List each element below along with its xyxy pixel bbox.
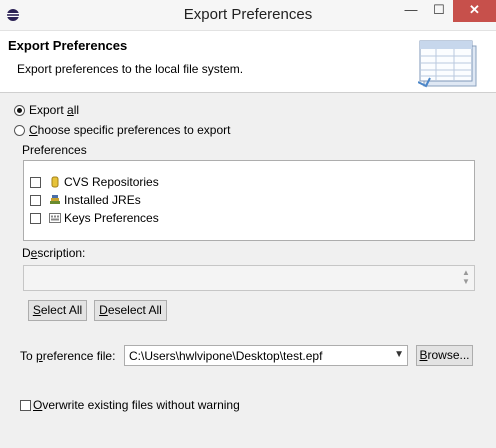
preferences-list[interactable]: CVS Repositories Installed JREs Keys Pre…: [23, 160, 475, 241]
jre-library-icon: [50, 195, 60, 204]
browse-button[interactable]: Browse...: [416, 345, 473, 366]
overwrite-checkbox[interactable]: [20, 399, 31, 411]
overwrite-option[interactable]: Overwrite existing files without warning: [20, 398, 240, 412]
deselect-all-button[interactable]: Deselect All: [94, 300, 167, 321]
list-item-label: Installed JREs: [64, 193, 141, 207]
keys-preferences-icon: [49, 213, 61, 223]
banner-subtitle: Export preferences to the local file sys…: [17, 62, 244, 76]
cvs-repositories-checkbox[interactable]: [30, 176, 41, 188]
description-scroll-arrows: ▲ ▼: [462, 268, 470, 286]
preference-file-value: C:\Users\hwlvipone\Desktop\test.epf: [129, 349, 323, 363]
choose-specific-label: Choose specific preferences to export: [29, 123, 231, 137]
list-item-installed-jres[interactable]: Installed JREs: [30, 192, 141, 208]
list-item-label: CVS Repositories: [64, 175, 159, 189]
choose-specific-radio[interactable]: [14, 124, 25, 136]
title-bar[interactable]: Export Preferences — ☐ ✕: [0, 0, 496, 31]
description-field: ▲ ▼: [23, 265, 475, 291]
list-item-label: Keys Preferences: [64, 211, 159, 225]
installed-jres-checkbox[interactable]: [30, 194, 41, 206]
chevron-down-icon[interactable]: ▼: [394, 349, 404, 360]
export-all-option[interactable]: Export all: [14, 102, 79, 118]
choose-specific-option[interactable]: Choose specific preferences to export: [14, 122, 230, 138]
export-all-radio[interactable]: [14, 104, 25, 116]
banner-title: Export Preferences: [8, 38, 128, 53]
preference-file-combo[interactable]: C:\Users\hwlvipone\Desktop\test.epf ▼: [124, 345, 408, 366]
minimize-button[interactable]: —: [397, 0, 425, 22]
export-wizard-table-icon: [418, 40, 477, 88]
preference-file-label: To preference file:: [20, 349, 116, 363]
select-all-button[interactable]: Select All: [28, 300, 87, 321]
maximize-button[interactable]: ☐: [425, 0, 453, 22]
export-all-label: Export all: [29, 103, 80, 117]
wizard-banner: Export Preferences Export preferences to…: [0, 31, 496, 93]
list-item-keys-preferences[interactable]: Keys Preferences: [30, 210, 159, 226]
cvs-repository-icon: [51, 176, 59, 188]
list-item-cvs-repositories[interactable]: CVS Repositories: [30, 174, 159, 190]
close-button[interactable]: ✕: [453, 0, 496, 22]
preferences-group-label: Preferences: [22, 143, 87, 157]
export-preferences-dialog: Export Preferences — ☐ ✕ Export Preferen…: [0, 0, 496, 448]
overwrite-label: Overwrite existing files without warning: [33, 398, 240, 412]
description-label: Description:: [22, 246, 86, 260]
keys-preferences-checkbox[interactable]: [30, 212, 41, 224]
